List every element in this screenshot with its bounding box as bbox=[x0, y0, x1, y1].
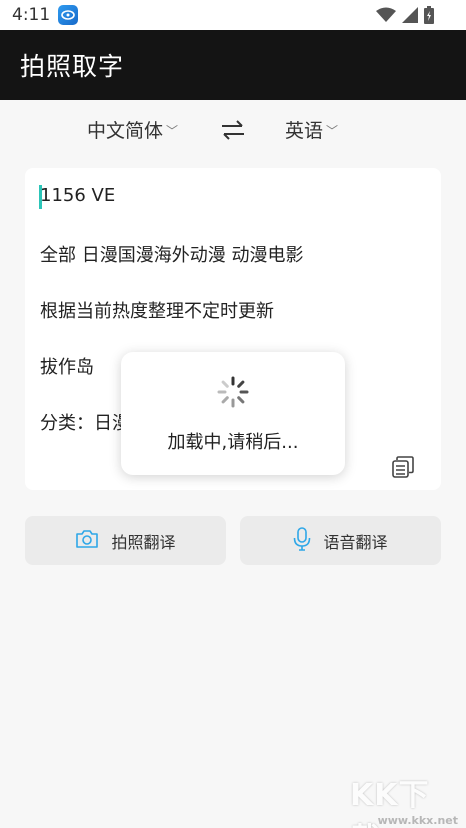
battery-icon bbox=[424, 6, 434, 28]
chevron-down-icon: ﹀ bbox=[326, 124, 339, 138]
page-title: 拍照取字 bbox=[20, 52, 125, 81]
text-line: 1156 VE bbox=[40, 185, 116, 206]
chevron-down-icon: ﹀ bbox=[166, 124, 179, 138]
loading-message: 加载中,请稍后... bbox=[167, 432, 299, 453]
copy-icon[interactable] bbox=[392, 456, 414, 478]
wifi-icon bbox=[376, 7, 396, 27]
text-line: 全部 日漫国漫海外动漫 动漫电影 bbox=[40, 245, 304, 266]
source-language-dropdown[interactable]: 中文简体 ﹀ bbox=[87, 116, 178, 143]
language-selector-row: 中文简体 ﹀ 英语 ﹀ bbox=[0, 100, 466, 160]
watermark-url: www.kkx.net bbox=[377, 814, 458, 827]
microphone-icon bbox=[293, 526, 311, 555]
app-bar: 拍照取字 bbox=[0, 30, 466, 100]
text-line: 拔作岛 bbox=[40, 357, 94, 378]
photo-translate-button[interactable]: 拍照翻译 bbox=[25, 516, 226, 565]
voice-translate-button[interactable]: 语音翻译 bbox=[240, 516, 441, 565]
text-line: 根据当前热度整理不定时更新 bbox=[40, 301, 274, 322]
source-language-label: 中文简体 bbox=[87, 120, 164, 142]
loading-spinner-icon bbox=[217, 376, 249, 408]
camera-icon bbox=[75, 529, 99, 553]
voice-translate-label: 语音翻译 bbox=[323, 532, 388, 552]
loading-dialog: 加载中,请稍后... bbox=[121, 352, 345, 475]
app-notification-icon bbox=[58, 5, 79, 25]
target-language-dropdown[interactable]: 英语 ﹀ bbox=[285, 116, 338, 143]
watermark-logo: KK下载 www.kkx.net bbox=[350, 770, 460, 828]
status-bar: 4:11 bbox=[0, 0, 466, 30]
target-language-label: 英语 bbox=[285, 120, 324, 142]
signal-icon bbox=[402, 7, 418, 27]
status-time: 4:11 bbox=[12, 5, 51, 25]
photo-translate-label: 拍照翻译 bbox=[111, 532, 176, 552]
text-line: 分类：日漫 bbox=[40, 413, 130, 434]
swap-languages-icon[interactable] bbox=[220, 120, 246, 140]
